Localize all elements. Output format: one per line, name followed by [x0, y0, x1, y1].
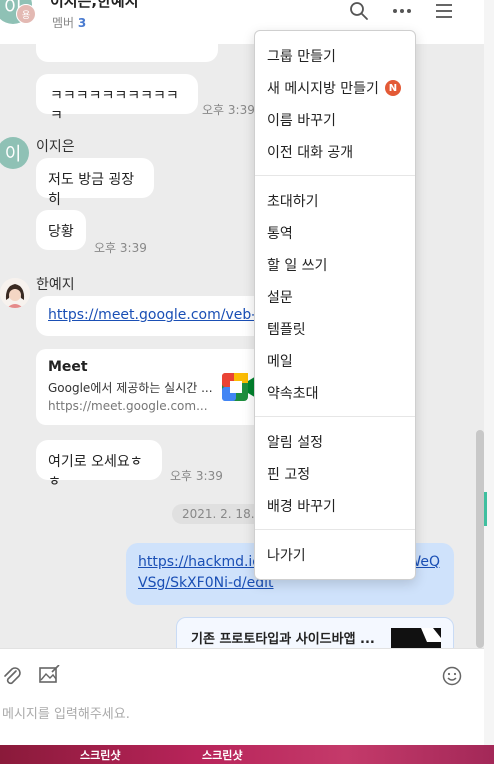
date-divider: 2021. 2. 18. [172, 504, 265, 524]
message-bubble[interactable]: 여기로 오세요ㅎㅎ [36, 440, 162, 490]
desktop-dock-strip: 스크린샷 스크린샷 [0, 745, 494, 764]
avatar[interactable]: 이 [0, 137, 29, 169]
image-edit-icon[interactable] [38, 664, 60, 689]
search-icon[interactable] [346, 0, 372, 22]
menu-item-reveal-history[interactable]: 이전 대화 공개 [267, 142, 353, 162]
menu-item-leave[interactable]: 나가기 [267, 545, 306, 565]
my-message-link-line2[interactable]: VSg/SkXF0Ni-d/edit [138, 575, 274, 591]
message-input[interactable] [0, 703, 474, 725]
menu-item-template[interactable]: 템플릿 [267, 319, 306, 339]
message-bubble[interactable]: 당황 [36, 210, 86, 250]
message-bubble-partial [36, 44, 218, 62]
link-preview-card[interactable]: Meet Google에서 제공하는 실시간 ... https://meet.… [36, 349, 266, 425]
member-number: 3 [77, 16, 87, 30]
menu-item-new-chat[interactable]: 새 메시지방 만들기 N [267, 78, 401, 98]
member-count[interactable]: 멤버 3 [52, 14, 86, 31]
preview-title: 기존 프로토타입과 사이드바앱 ... [191, 632, 375, 647]
message-text: 여기로 오세요ㅎㅎ [48, 454, 143, 490]
message-text: 저도 방금 굉장히 [48, 172, 135, 208]
menu-divider [255, 175, 415, 176]
emoji-icon[interactable] [442, 666, 462, 690]
avatar-sub: 용 [16, 4, 36, 24]
menu-item-notification-settings[interactable]: 알림 설정 [267, 432, 323, 452]
dock-label[interactable]: 스크린샷 [80, 747, 120, 763]
menu-item-pin[interactable]: 핀 고정 [267, 464, 310, 484]
avatar[interactable] [0, 278, 30, 308]
message-time: 오후 3:39 [202, 103, 255, 117]
link-preview-card[interactable]: 기존 프로토타입과 사이드바앱 ... [176, 617, 454, 648]
scrollbar-track[interactable] [484, 0, 494, 745]
more-icon[interactable] [389, 0, 415, 22]
new-badge: N [384, 80, 401, 96]
document-icon [391, 628, 441, 648]
menu-item-todo[interactable]: 할 일 쓰기 [267, 255, 327, 275]
scrollbar-thumb[interactable] [476, 430, 484, 648]
menu-item-survey[interactable]: 설문 [267, 287, 293, 307]
message-time: 오후 3:39 [170, 469, 223, 483]
message-bubble-link[interactable]: https://meet.google.com/veb-k [36, 296, 266, 336]
menu-item-rename[interactable]: 이름 바꾸기 [267, 110, 336, 130]
message-link[interactable]: https://meet.google.com/veb-k [48, 307, 264, 323]
menu-item-mail[interactable]: 메일 [267, 351, 293, 371]
menu-item-invite[interactable]: 초대하기 [267, 191, 319, 211]
sender-name: 한예지 [36, 277, 75, 293]
chat-options-menu: 그룹 만들기 새 메시지방 만들기 N 이름 바꾸기 이전 대화 공개 초대하기 … [254, 30, 416, 580]
group-avatar[interactable]: 이 용 [0, 0, 38, 30]
chat-title[interactable]: 이지은,한예지 [50, 0, 139, 11]
menu-item-appointment[interactable]: 약속초대 [267, 383, 319, 403]
my-message-link[interactable]: https://hackmd.io [138, 554, 261, 570]
hamburger-icon[interactable] [431, 0, 457, 22]
message-bubble[interactable]: 저도 방금 굉장히 [36, 158, 154, 208]
composer [0, 648, 484, 746]
message-bubble[interactable]: ㅋㅋㅋㅋㅋㅋㅋㅋㅋㅋㅋ [36, 74, 198, 124]
scroll-indicator [484, 492, 487, 526]
menu-divider [255, 529, 415, 530]
message-text: ㅋㅋㅋㅋㅋㅋㅋㅋㅋㅋㅋ [50, 88, 179, 124]
attach-icon[interactable] [2, 665, 22, 691]
menu-divider [255, 416, 415, 417]
sender-name: 이지은 [36, 139, 75, 155]
menu-item-change-background[interactable]: 배경 바꾸기 [267, 496, 336, 516]
menu-item-translate[interactable]: 통역 [267, 223, 293, 243]
member-label: 멤버 [52, 16, 75, 30]
dock-label[interactable]: 스크린샷 [202, 747, 242, 763]
message-text: 당황 [48, 224, 74, 240]
menu-item-create-group[interactable]: 그룹 만들기 [267, 46, 336, 66]
message-time: 오후 3:39 [94, 241, 147, 255]
